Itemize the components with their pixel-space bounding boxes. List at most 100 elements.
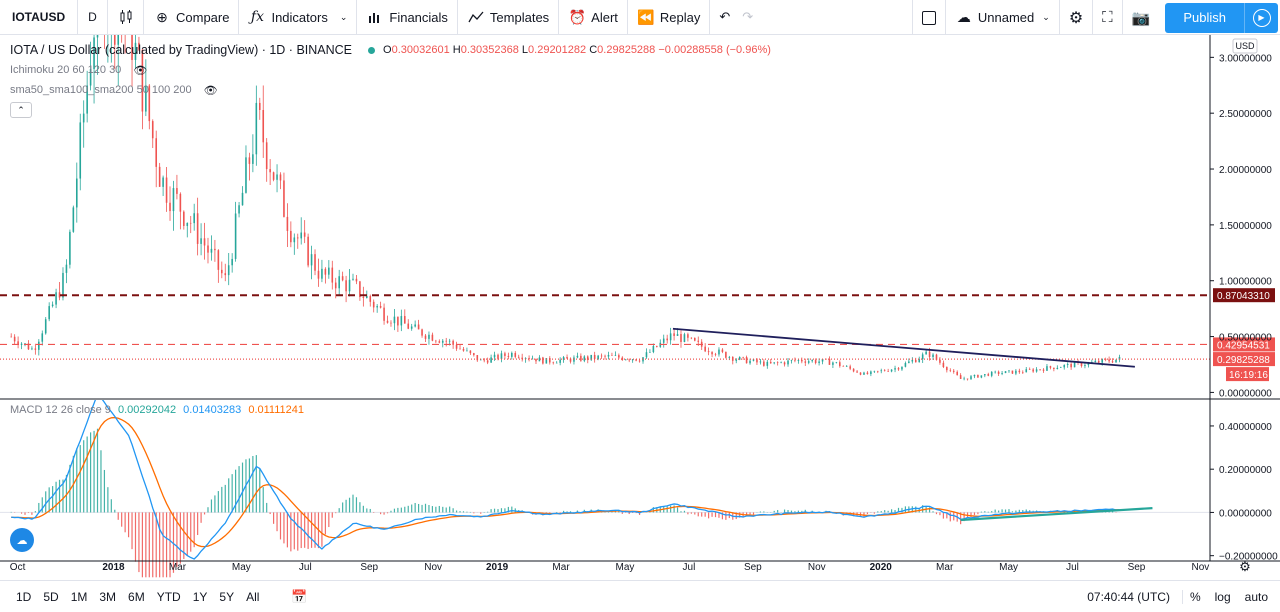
range-button-5y[interactable]: 5Y [213, 590, 240, 604]
time-tick-label: Mar [552, 562, 570, 573]
chevron-down-icon: ⌄ [339, 11, 348, 22]
candle [286, 203, 289, 247]
candle-body [842, 366, 845, 367]
auto-toggle[interactable]: auto [1238, 590, 1280, 604]
tradingview-logo[interactable]: ☁ [10, 528, 34, 552]
eye-hidden-icon[interactable]: 👁 [204, 84, 218, 97]
candle [196, 197, 199, 256]
price-trendline [672, 327, 1135, 368]
redo-icon[interactable]: ↷ [742, 9, 753, 25]
candle [911, 357, 914, 364]
time-tick-label: Sep [360, 562, 378, 573]
fullscreen-toggle[interactable] [911, 0, 946, 35]
range-button-6m[interactable]: 6M [122, 590, 151, 604]
candle-body [403, 316, 406, 324]
alert-button[interactable]: ⏰ Alert [559, 0, 628, 35]
candle [590, 354, 593, 361]
candle-body [911, 359, 914, 362]
chevron-down-icon: ⌄ [1042, 12, 1050, 22]
symbol-search[interactable]: IOTAUSD [0, 0, 78, 35]
candle [459, 344, 461, 350]
candle [34, 343, 37, 355]
candle [20, 342, 23, 350]
indicator-ichimoku[interactable]: Ichimoku 20 60 120 30 [10, 64, 121, 76]
range-button-5d[interactable]: 5D [37, 590, 64, 604]
compare-button[interactable]: ⊕ Compare [144, 0, 240, 35]
horizontal-lines: 0.870433100.429545310.2982528816:19:16 [0, 288, 1275, 382]
candle-body [1018, 370, 1021, 373]
candle-body [79, 122, 82, 179]
candle [1042, 368, 1045, 373]
candle-body [151, 121, 154, 139]
range-button-3m[interactable]: 3M [93, 590, 122, 604]
candle-body [210, 248, 213, 253]
candle [75, 162, 78, 223]
candle-body [41, 333, 44, 342]
candle-body [835, 362, 838, 363]
macd-label[interactable]: MACD 12 26 close 9 [10, 404, 111, 416]
candle-body [1108, 359, 1110, 362]
candle [845, 365, 848, 367]
candle [787, 358, 789, 367]
settings-button[interactable]: ⚙ [1060, 0, 1094, 35]
undo-icon[interactable]: ↶ [719, 9, 730, 25]
candle [307, 233, 309, 268]
candle-body [20, 343, 23, 345]
candle [680, 330, 682, 348]
candle-body [818, 361, 820, 364]
candle-body [863, 372, 865, 375]
candle-body [1004, 371, 1007, 374]
candle [1059, 366, 1062, 368]
candle [414, 320, 416, 328]
collapse-legend-button[interactable]: ⌃ [10, 102, 32, 118]
candle-body [535, 358, 537, 362]
percent-toggle[interactable]: % [1183, 590, 1208, 604]
indicator-sma[interactable]: sma50_sma100_sma200 50 100 200 [10, 84, 192, 96]
range-button-ytd[interactable]: YTD [151, 590, 187, 604]
candle [476, 355, 479, 362]
log-toggle[interactable]: log [1208, 590, 1238, 604]
candle [200, 223, 202, 256]
publish-button[interactable]: Publish [1165, 2, 1244, 33]
chart-style-button[interactable] [108, 0, 144, 35]
interval-button[interactable]: D [78, 0, 108, 35]
candle-body [183, 211, 185, 226]
publish-video-button[interactable]: ▶ [1244, 2, 1278, 33]
templates-button[interactable]: Templates [458, 0, 560, 35]
candle [880, 368, 883, 374]
candle [517, 354, 520, 359]
indicators-button[interactable]: ƒx Indicators ⌄ [239, 0, 358, 35]
financials-button[interactable]: Financials [357, 0, 458, 35]
range-button-1d[interactable]: 1D [10, 590, 37, 604]
range-button-1y[interactable]: 1Y [187, 590, 214, 604]
layout-menu[interactable]: ☁ Unnamed ⌄ [946, 0, 1060, 35]
candle-body [517, 356, 520, 358]
candle [65, 259, 68, 284]
candle-body [1115, 359, 1117, 363]
eye-hidden-icon[interactable]: 👁 [133, 64, 147, 77]
candle-body [946, 367, 948, 371]
calendar-icon[interactable]: 📅 [291, 589, 307, 605]
replay-button[interactable]: ⏪ Replay [628, 0, 711, 35]
macd-tick-label: 0.00000000 [1219, 508, 1272, 519]
candle-body [756, 359, 758, 363]
candle-body [296, 237, 299, 239]
candle-body [1025, 369, 1028, 373]
range-button-all[interactable]: All [240, 590, 265, 604]
expand-button[interactable]: ⛶ [1093, 0, 1123, 35]
candle [776, 361, 779, 366]
candle-body [669, 333, 672, 341]
candle-body [1015, 370, 1017, 374]
clock-time[interactable]: 07:40:44 (UTC) [1075, 590, 1183, 604]
candle [207, 237, 209, 264]
candle-body [997, 371, 1000, 374]
range-button-1m[interactable]: 1M [65, 590, 94, 604]
snapshot-button[interactable]: 📷 [1123, 0, 1160, 35]
candle-body [376, 306, 378, 308]
candle-body [1008, 370, 1010, 372]
candle-body [241, 192, 244, 206]
candle [904, 361, 907, 368]
legend-title[interactable]: IOTA / US Dollar (calculated by TradingV… [10, 43, 352, 57]
candle [376, 304, 378, 313]
candle [176, 174, 178, 200]
